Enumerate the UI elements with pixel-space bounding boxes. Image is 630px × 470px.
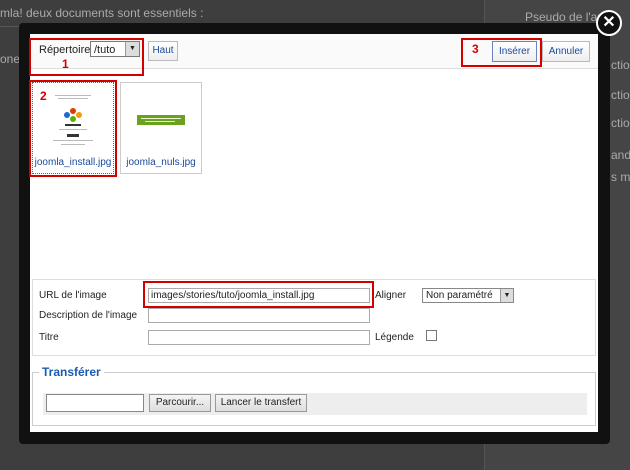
directory-select-value: /tuto xyxy=(94,44,116,56)
cancel-button[interactable]: Annuler xyxy=(542,41,590,62)
start-upload-button[interactable]: Lancer le transfert xyxy=(215,394,307,412)
image-insert-modal: Répertoire /tuto ▼ Haut Insérer Annuler xyxy=(19,23,610,444)
description-label: Description de l'image xyxy=(39,310,138,321)
upload-bar: Parcourir... Lancer le transfert xyxy=(43,393,587,415)
directory-label: Répertoire xyxy=(39,44,91,56)
file-path-input[interactable] xyxy=(46,394,144,412)
directory-select[interactable]: /tuto ▼ xyxy=(90,41,140,57)
toolbar: Répertoire /tuto ▼ Haut Insérer Annuler xyxy=(30,34,598,69)
title-label: Titre xyxy=(39,332,59,343)
align-label: Aligner xyxy=(375,290,407,301)
chevron-down-icon: ▼ xyxy=(500,289,513,302)
upload-fieldset: Transférer Parcourir... Lancer le transf… xyxy=(32,365,596,426)
close-icon[interactable]: ✕ xyxy=(596,10,622,36)
image-properties-form: URL de l'image images/stories/tuto/jooml… xyxy=(32,279,596,356)
browse-button[interactable]: Parcourir... xyxy=(149,394,211,412)
description-input[interactable] xyxy=(148,308,370,323)
align-select-value: Non paramétré xyxy=(426,290,493,301)
background-text-left: one xyxy=(0,52,21,66)
caption-label: Légende xyxy=(375,332,414,343)
file-thumbnail[interactable]: joomla_nuls.jpg xyxy=(120,82,202,174)
url-label: URL de l'image xyxy=(39,290,107,301)
annotation-number: 3 xyxy=(472,42,479,56)
background-text: mla! deux documents sont essentiels : xyxy=(0,6,204,20)
annotation-number: 1 xyxy=(62,57,69,71)
caption-checkbox[interactable] xyxy=(426,330,437,341)
align-select[interactable]: Non paramétré ▼ xyxy=(422,288,514,303)
file-name: joomla_install.jpg xyxy=(34,157,112,168)
file-name: joomla_nuls.jpg xyxy=(126,157,196,168)
image-preview xyxy=(131,91,191,151)
modal-content: Répertoire /tuto ▼ Haut Insérer Annuler xyxy=(30,34,598,432)
up-button[interactable]: Haut xyxy=(148,41,178,61)
title-input[interactable] xyxy=(148,330,370,345)
annotation-number: 2 xyxy=(40,89,47,103)
chevron-down-icon: ▼ xyxy=(125,42,139,56)
url-input[interactable]: images/stories/tuto/joomla_install.jpg xyxy=(148,288,370,303)
upload-legend: Transférer xyxy=(39,365,104,379)
image-preview xyxy=(43,91,103,151)
insert-button[interactable]: Insérer xyxy=(492,41,537,62)
